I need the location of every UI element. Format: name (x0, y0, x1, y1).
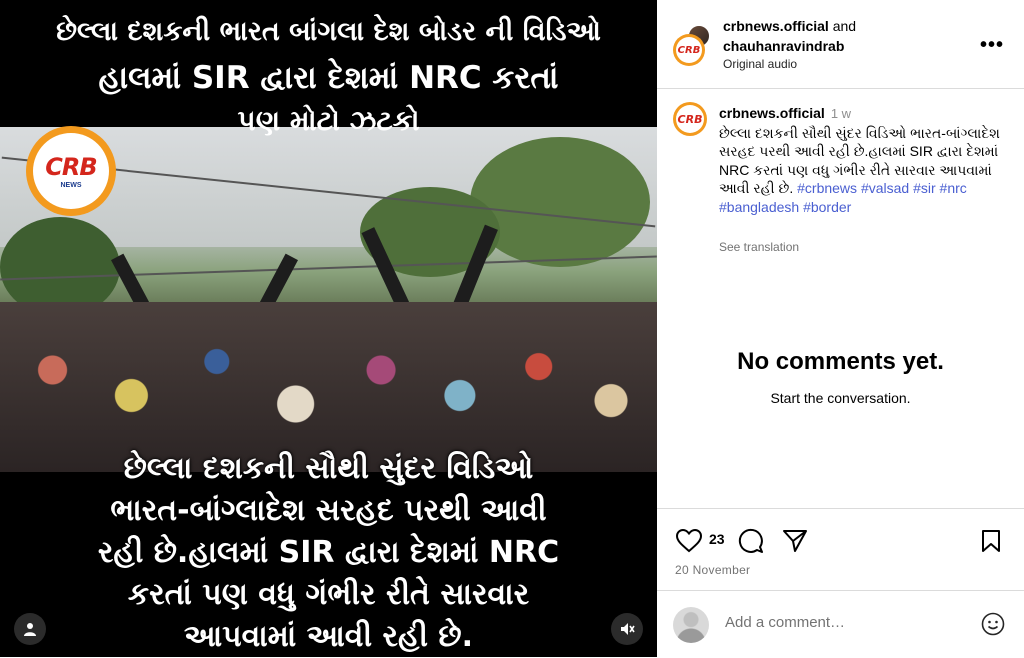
overlay-caption-line: ભારત-બાંગ્લાદેશ સરહદ પરથી આવી (110, 493, 547, 528)
like-button[interactable] (675, 527, 703, 555)
see-translation-link[interactable]: See translation (719, 240, 799, 254)
overlay-caption: છેલ્લા દશકની સૌથી સુંદર વિડિઓ ભારત-બાંગ્… (0, 448, 657, 657)
post-header: CRB crbnews.official and chauhanravindra… (657, 0, 1024, 89)
heart-icon (676, 529, 702, 553)
overlay-title-line3: પણ મોટો ઝટકો (237, 104, 420, 137)
hashtag-link[interactable]: #crbnews (797, 180, 857, 196)
hashtag-link[interactable]: #valsad (861, 180, 909, 196)
caption-timestamp[interactable]: 1 w (831, 106, 851, 121)
hashtag-link[interactable]: #sir (913, 180, 936, 196)
empty-comments-subtitle: Start the conversation. (770, 390, 911, 406)
overlay-title-line2: હાલમાં SIR દ્વારા દેશમાં NRC કરતાં (98, 60, 559, 96)
muted-speaker-icon (621, 623, 635, 635)
overlay-caption-line: આપવામાં આવી રહી છે. (184, 619, 473, 654)
comment-button[interactable] (737, 527, 765, 555)
add-comment-bar (657, 590, 1024, 658)
emoji-smiley-icon (981, 612, 1005, 636)
hashtag-link[interactable]: #border (803, 199, 851, 215)
caption-username-link[interactable]: crbnews.official (719, 105, 825, 121)
post-authors: crbnews.official and chauhanravindrab (723, 16, 856, 56)
caption-avatar-logo: CRB (676, 105, 704, 133)
overlay-caption-line: કરતાં પણ વધુ ગંભીર રીતે સારવાર (127, 577, 530, 612)
save-button[interactable] (978, 527, 1004, 555)
share-button[interactable] (781, 527, 809, 555)
hashtag-link[interactable]: #nrc (940, 180, 967, 196)
emoji-button[interactable] (980, 611, 1006, 637)
paper-plane-icon (783, 530, 807, 552)
collaborator-username-link[interactable]: chauhanravindrab (723, 38, 844, 54)
hashtag-link[interactable]: #bangladesh (719, 199, 799, 215)
empty-comments: No comments yet. Start the conversation. (657, 348, 1024, 406)
overlay-title-line1: છેલ્લા દશકની ભારત બાંગલા દેશ બોડર ની વિડ… (56, 16, 601, 47)
overlay-caption-line: છેલ્લા દશકની સૌથી સુંદર વિડિઓ (123, 451, 534, 486)
and-text: and (832, 18, 857, 34)
crb-logo-text: CRB (45, 153, 97, 181)
post-media[interactable]: છેલ્લા દશકની ભારત બાંગલા દેશ બોડર ની વિડ… (0, 0, 657, 657)
crowd (0, 302, 657, 472)
crb-logo: CRB NEWS (26, 126, 116, 216)
empty-comments-title: No comments yet. (737, 348, 944, 375)
crb-logo-inner: CRB NEWS (33, 133, 109, 209)
mute-toggle-button[interactable] (611, 613, 643, 645)
user-tag-icon (24, 623, 36, 636)
tagged-users-button[interactable] (14, 613, 46, 645)
comment-input[interactable] (723, 613, 967, 632)
overlay-caption-line: રહી છે.હાલમાં SIR દ્વારા દેશમાં NRC (97, 535, 560, 570)
comment-bubble-icon (738, 528, 763, 553)
caption-author-avatar[interactable]: CRB (673, 102, 707, 136)
crb-logo-sub: NEWS (60, 182, 82, 189)
post-date[interactable]: 20 November (675, 563, 750, 577)
author-avatar-logo: CRB (676, 37, 702, 63)
post-sidebar: CRB crbnews.official and chauhanravindra… (657, 0, 1024, 657)
author-username-link[interactable]: crbnews.official (723, 18, 829, 34)
caption-text: crbnews.official 1 w છેલ્લા દશકની સૌથી સુ… (719, 104, 1009, 216)
action-bar: 23 20 November (657, 508, 1024, 586)
current-user-avatar (673, 607, 709, 643)
more-options-button[interactable]: ••• (980, 34, 1004, 57)
audio-label-link[interactable]: Original audio (723, 57, 797, 71)
like-count[interactable]: 23 (709, 531, 725, 547)
video-tree (470, 137, 650, 267)
author-avatar[interactable]: CRB (673, 34, 705, 66)
bookmark-icon (982, 530, 1000, 552)
